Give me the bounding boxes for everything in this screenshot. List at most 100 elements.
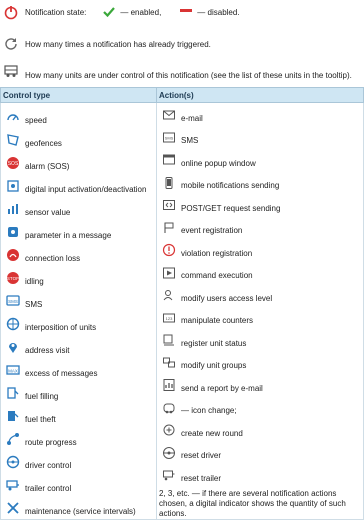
trailer-icon [6, 479, 19, 490]
sms-action-icon: SMS [163, 132, 175, 143]
action-item: e-mail [157, 104, 363, 127]
control-type-list: speed geofences SOS alarm (SOS) digital inpu… [1, 103, 156, 519]
action-label: modify unit groups [181, 361, 247, 371]
action-label: POST/GET request sending [181, 203, 281, 213]
svg-text:SMS: SMS [165, 135, 174, 140]
control-type-label: alarm (SOS) [25, 162, 70, 171]
action-label: e-mail [181, 113, 203, 123]
control-type-item: MAX excess of messages [1, 358, 156, 381]
control-type-label: maintenance (service intervals) [25, 507, 136, 516]
control-type-label: geofences [25, 139, 62, 148]
control-type-cell: speed geofences SOS alarm (SOS) digital inpu… [0, 102, 157, 520]
action-item: mobile notifications sending [157, 172, 363, 195]
sensor-icon [8, 203, 18, 214]
action-item: 123 manipulate counters [157, 307, 363, 330]
parameter-icon [8, 226, 18, 237]
action-item: reset driver [157, 442, 363, 465]
enabled-text: — enabled, [120, 7, 162, 17]
envelope-icon [163, 110, 175, 120]
action-item: reset trailer [157, 464, 363, 487]
request-icon [163, 200, 175, 211]
legend: Notification state: — enabled, — disable… [0, 0, 364, 87]
disabled-text: — disabled. [197, 7, 240, 17]
action-label: SMS [181, 136, 199, 146]
action-label: modify users access level [181, 293, 273, 303]
control-type-item: connection loss [1, 243, 156, 266]
fuel-theft-icon [8, 410, 19, 421]
unit-groups-icon [163, 357, 175, 368]
control-type-label: trailer control [25, 484, 72, 493]
table-header-row: Control type Action(s) [0, 87, 364, 103]
notification-table: Control type Action(s) speed geofences SOS… [0, 87, 364, 520]
driver-icon [6, 455, 20, 468]
refresh-icon [5, 38, 17, 50]
action-item: POST/GET request sending [157, 194, 363, 217]
control-type-item: interposition of units [1, 312, 156, 335]
control-type-label: parameter in a message [25, 231, 112, 240]
svg-text:123: 123 [166, 316, 173, 321]
violation-icon [162, 244, 176, 257]
interposition-icon [6, 317, 20, 330]
action-item: modify users access level [157, 284, 363, 307]
counters-icon: 123 [163, 313, 175, 323]
control-type-label: driver control [25, 461, 72, 470]
trigger-text: How many times a notification has alread… [25, 39, 211, 49]
control-type-label: excess of messages [25, 369, 98, 378]
control-type-item: maintenance (service intervals) [1, 496, 156, 519]
fuel-filling-icon [7, 386, 19, 399]
control-type-label: fuel theft [25, 415, 56, 424]
report-icon [163, 379, 175, 392]
legend-units-row: How many units are under control of this… [0, 63, 364, 80]
action-label: send a report by e-mail [181, 383, 263, 393]
control-type-label: connection loss [25, 254, 81, 263]
control-type-label: fuel filling [25, 392, 59, 401]
state-label: Notification state: [25, 7, 87, 17]
control-type-item: SOS alarm (SOS) [1, 151, 156, 174]
action-label: manipulate counters [181, 316, 254, 326]
control-type-label: address visit [25, 346, 70, 355]
action-item: command execution [157, 262, 363, 285]
units-text: How many units are under control of this… [25, 70, 352, 80]
action-item: modify unit groups [157, 352, 363, 375]
actions-note: 2, 3, etc. — if there are several notifi… [159, 488, 346, 518]
control-type-item: driver control [1, 450, 156, 473]
action-item: online popup window [157, 149, 363, 172]
action-label: register unit status [181, 338, 247, 348]
location-pin-icon [9, 342, 17, 353]
control-type-label: sensor value [25, 208, 71, 217]
messages-icon: MAX [6, 364, 20, 375]
new-round-icon [163, 424, 175, 436]
action-label: violation registration [181, 248, 253, 258]
header-actions: Action(s) [156, 87, 364, 103]
idling-icon: STOP [7, 271, 19, 284]
maintenance-icon [7, 501, 19, 514]
action-label: mobile notifications sending [181, 181, 280, 191]
digital-input-icon [7, 179, 19, 192]
control-type-item: digital input activation/deactivation [1, 174, 156, 197]
control-type-item: fuel filling [1, 381, 156, 404]
control-type-item: address visit [1, 335, 156, 358]
user-access-icon [163, 290, 173, 301]
reset-driver-icon [163, 446, 175, 459]
control-type-item: speed [1, 105, 156, 128]
disabled-dash-icon [180, 9, 193, 12]
action-item: send a report by e-mail [157, 374, 363, 397]
control-type-label: interposition of units [25, 323, 97, 332]
action-item: create new round [157, 419, 363, 442]
svg-text:STOP: STOP [7, 276, 19, 281]
mobile-icon [165, 176, 173, 189]
power-icon [4, 6, 18, 20]
action-item: SMS SMS [157, 127, 363, 150]
control-type-label: speed [25, 116, 47, 125]
sos-icon: SOS [7, 156, 19, 169]
icon-change-icon [163, 403, 175, 414]
control-type-item: trailer control [1, 473, 156, 496]
truck-icon [4, 65, 18, 77]
control-type-item: parameter in a message [1, 220, 156, 243]
action-item: — icon change; [157, 397, 363, 420]
action-item: violation registration [157, 239, 363, 262]
reset-trailer-icon [163, 470, 175, 481]
control-type-item: SMS SMS [1, 289, 156, 312]
control-type-item: route progress [1, 427, 156, 450]
control-type-label: digital input activation/deactivation [25, 185, 147, 194]
